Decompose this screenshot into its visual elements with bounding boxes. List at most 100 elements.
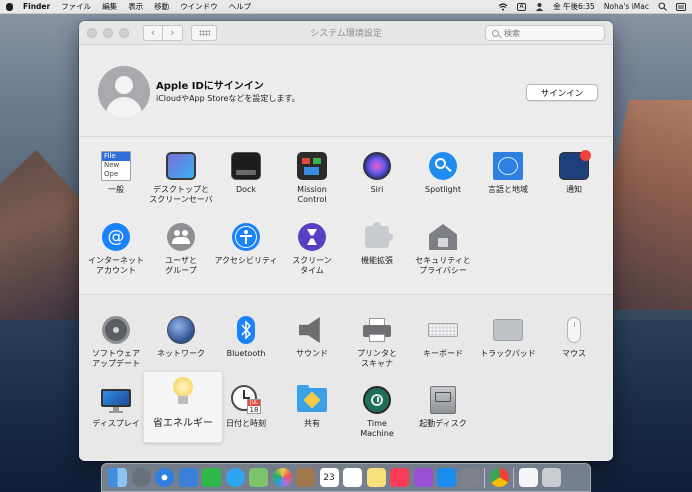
pane-label: Siri: [370, 185, 384, 194]
pane-label: マウス: [562, 349, 586, 358]
pane-users-groups[interactable]: ユーザと グループ: [146, 222, 216, 276]
back-button[interactable]: ‹: [143, 24, 163, 41]
menu-app-name[interactable]: Finder: [23, 2, 50, 11]
apple-menu-icon[interactable]: [6, 2, 13, 11]
pane-startup-disk[interactable]: 起動ディスク: [408, 385, 478, 429]
pane-general[interactable]: File New Ope 一般: [81, 151, 151, 195]
contacts-icon[interactable]: [296, 468, 315, 487]
navigation-buttons: ‹ ›: [143, 24, 183, 41]
podcasts-icon[interactable]: [413, 468, 433, 487]
calendar-icon[interactable]: 23: [319, 468, 339, 487]
bluetooth-icon: [231, 315, 261, 345]
pane-time-machine[interactable]: Time Machine: [342, 385, 412, 439]
language-region-icon: [493, 151, 523, 181]
minimize-button[interactable]: [103, 27, 113, 38]
pane-language-region[interactable]: 言語と地域: [473, 151, 543, 195]
desktop-mountain-left: [0, 150, 90, 320]
pane-accessibility[interactable]: アクセシビリティ: [211, 222, 281, 266]
pane-desktop-screensaver[interactable]: デスクトップと スクリーンセーバ: [146, 151, 216, 205]
pane-energy-saver[interactable]: 省エネルギー: [148, 377, 218, 429]
music-icon[interactable]: [390, 468, 409, 487]
pane-trackpad[interactable]: トラックパッド: [473, 315, 543, 359]
trash-icon[interactable]: [542, 468, 561, 487]
pane-label: 機能拡張: [361, 256, 393, 265]
spotlight-menu-icon[interactable]: [658, 2, 667, 11]
pane-label: Time Machine: [360, 419, 394, 438]
pane-keyboard[interactable]: キーボード: [408, 315, 478, 359]
sound-icon: [297, 315, 327, 345]
users-groups-icon: [166, 222, 196, 252]
pane-network[interactable]: ネットワーク: [146, 315, 216, 359]
menu-user-name[interactable]: Noha's iMac: [604, 2, 649, 11]
pane-label: ネットワーク: [157, 349, 205, 358]
photos-icon[interactable]: [272, 468, 292, 487]
pane-spotlight[interactable]: Spotlight: [408, 151, 478, 195]
avatar-head: [115, 76, 133, 94]
menu-go[interactable]: 移動: [154, 1, 169, 12]
network-icon: [166, 315, 196, 345]
mission-control-icon: [297, 151, 327, 181]
show-all-button[interactable]: [191, 24, 217, 41]
zoom-button[interactable]: [119, 27, 129, 38]
pane-sound[interactable]: サウンド: [277, 315, 347, 359]
input-source-icon[interactable]: A: [517, 2, 527, 11]
pane-internet-accounts[interactable]: @ インターネット アカウント: [81, 222, 151, 276]
pane-displays[interactable]: ディスプレイ: [81, 385, 151, 429]
pane-dock[interactable]: Dock: [211, 151, 281, 195]
finder-icon[interactable]: [108, 468, 127, 487]
app-store-icon[interactable]: [437, 468, 456, 487]
menu-help[interactable]: ヘルプ: [229, 1, 252, 12]
close-button[interactable]: [87, 27, 97, 38]
safari-icon[interactable]: [155, 468, 174, 487]
sign-in-button[interactable]: サインイン: [526, 84, 598, 101]
pane-notifications[interactable]: 通知: [539, 150, 609, 195]
pane-label: ディスプレイ: [92, 419, 140, 428]
pane-siri[interactable]: Siri: [342, 151, 412, 195]
chrome-icon[interactable]: [489, 468, 509, 487]
pane-extensions[interactable]: 機能拡張: [342, 222, 412, 266]
messages-icon[interactable]: [225, 468, 245, 487]
pane-label: Mission Control: [297, 185, 327, 204]
system-preferences-icon[interactable]: [460, 468, 480, 487]
title-bar: ‹ › システム環境設定: [79, 21, 613, 45]
sharing-icon: [297, 385, 327, 415]
notes-icon[interactable]: [366, 468, 386, 487]
forward-button[interactable]: ›: [163, 24, 183, 41]
pane-date-time[interactable]: JUL 18 日付と時刻: [211, 385, 281, 429]
menu-view[interactable]: 表示: [128, 1, 143, 12]
pane-label: サウンド: [296, 349, 328, 358]
pane-label: 言語と地域: [488, 185, 528, 194]
search-input[interactable]: [504, 28, 594, 38]
pane-mouse[interactable]: マウス: [539, 315, 609, 359]
pane-label: Bluetooth: [226, 349, 266, 358]
launchpad-icon[interactable]: [131, 468, 151, 487]
pane-bluetooth[interactable]: Bluetooth: [211, 315, 281, 359]
desktop-mountain-right: [602, 100, 692, 310]
wifi-icon[interactable]: [498, 2, 508, 11]
menu-file[interactable]: ファイル: [61, 1, 91, 12]
maps-icon[interactable]: [249, 468, 268, 487]
menu-clock[interactable]: 金 午後6:35: [553, 1, 595, 12]
pane-sharing[interactable]: 共有: [277, 385, 347, 429]
pane-mission-control[interactable]: Mission Control: [277, 151, 347, 205]
printers-scanners-icon: [362, 315, 392, 345]
facetime-icon[interactable]: [202, 468, 221, 487]
pane-label: 日付と時刻: [226, 419, 266, 428]
mail-icon[interactable]: [178, 468, 198, 487]
menu-edit[interactable]: 編集: [102, 1, 117, 12]
pane-printers-scanners[interactable]: プリンタと スキャナ: [342, 315, 412, 369]
search-field[interactable]: [485, 25, 605, 41]
menu-window[interactable]: ウインドウ: [180, 1, 218, 12]
pane-section-personal: File New Ope 一般 デスクトップと スクリーンセーバ Dock Mi…: [79, 137, 613, 295]
pane-security-privacy[interactable]: セキュリティと プライバシー: [408, 222, 478, 276]
user-switch-icon[interactable]: [535, 2, 544, 11]
desktop-icon: [166, 151, 196, 181]
pane-label: Spotlight: [425, 185, 461, 194]
reminders-icon[interactable]: [343, 468, 362, 487]
avatar-body: [106, 97, 142, 118]
control-center-icon[interactable]: [676, 2, 686, 11]
pane-software-update[interactable]: ソフトウェア アップデート: [81, 315, 151, 369]
pane-screen-time[interactable]: スクリーン タイム: [277, 222, 347, 276]
downloads-icon[interactable]: [518, 468, 538, 487]
date-time-icon: JUL 18: [231, 385, 261, 415]
